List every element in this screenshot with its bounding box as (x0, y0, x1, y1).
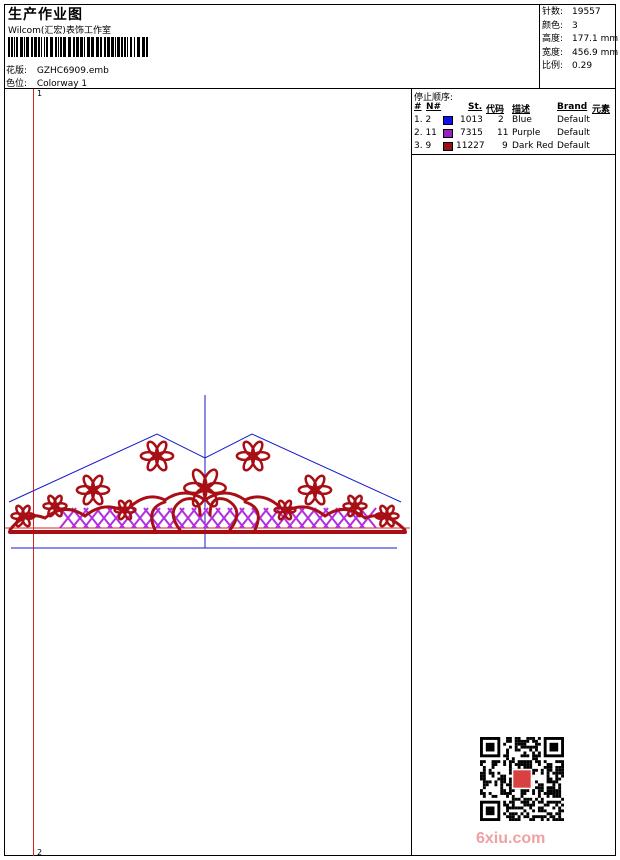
flower-9 (297, 474, 333, 506)
row-1-desc: Blue (512, 115, 532, 125)
row-2-swatch (443, 129, 453, 138)
spec-height: 高度: 177.1 mm (542, 34, 619, 45)
col-desc: 描述 (512, 105, 531, 115)
company-name: Wilcom(汇宏)表饰工作室 (8, 26, 111, 36)
col-brand: Brand (557, 102, 588, 112)
col-hash: # (414, 102, 422, 112)
pattern-row: 花版: GZHC6909.emb (6, 63, 109, 76)
marker-top: 1 (37, 89, 43, 98)
specs-divider (539, 4, 540, 88)
col-no: N# (426, 102, 442, 112)
row-3-index: 3. 9 (414, 141, 432, 151)
spec-scale: 比例: 0.29 (542, 61, 593, 72)
row-1-brand: Default (557, 115, 590, 125)
col-element: 元素 (592, 105, 611, 115)
site-watermark: 6xiu.com (476, 830, 546, 847)
table-bottom-divider (411, 154, 616, 155)
qr-code (480, 737, 564, 821)
pattern-value: GZHC6909.emb (36, 66, 109, 76)
col-code: 代码 (486, 105, 505, 115)
row-2-index: 2. 11 (414, 128, 437, 138)
colorway-row: 色位: Colorway 1 (6, 76, 87, 89)
row-1-st: 1013 (460, 115, 483, 125)
flower-2 (42, 494, 68, 518)
lattice-fill (59, 507, 377, 529)
row-3-st: 11227 (456, 141, 485, 151)
row-1-swatch (443, 116, 453, 125)
col-st: St. (468, 102, 483, 112)
flower-5 (139, 440, 175, 472)
embroidery-design (5, 395, 410, 549)
header-divider (4, 88, 616, 89)
row-3-brand: Default (557, 141, 590, 151)
seal-stamp-icon (513, 770, 531, 788)
row-2-brand: Default (557, 128, 590, 138)
marker-bottom: 2 (37, 848, 43, 857)
colorway-label: 色位: (6, 79, 28, 89)
spec-colors: 颜色: 3 (542, 20, 578, 31)
colorway-value: Colorway 1 (36, 79, 88, 89)
row-2-desc: Purple (512, 128, 541, 138)
row-2-code: 11 (497, 128, 509, 138)
barcode (8, 37, 148, 57)
specs-panel: 针数: 19557 颜色: 3 高度: 177.1 mm 宽度: 456.9 mm 比例… (542, 6, 618, 74)
spec-stitches: 针数: 19557 (542, 7, 601, 17)
flower-3 (75, 474, 111, 506)
row-3-code: 9 (502, 141, 508, 151)
spec-width: 宽度: 456.9 mm (542, 47, 619, 58)
row-2-st: 7315 (460, 128, 483, 138)
page-title: 生产作业图 (8, 7, 83, 23)
row-3-swatch (443, 142, 453, 151)
flower-7 (235, 440, 271, 472)
row-1-index: 1. 2 (414, 115, 432, 125)
row-3-desc: Dark Red (512, 141, 554, 151)
row-1-code: 2 (498, 115, 504, 125)
pattern-label: 花版: (6, 66, 28, 76)
